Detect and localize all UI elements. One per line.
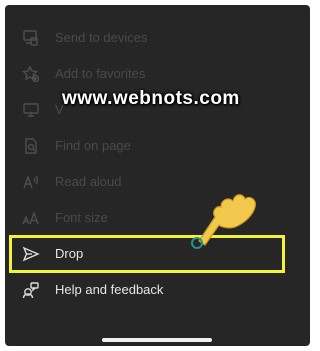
menu-item-label: Send to devices	[55, 30, 148, 45]
view-desktop-icon	[21, 100, 41, 120]
font-size-icon	[21, 208, 41, 228]
help-feedback-icon	[21, 280, 41, 300]
menu-panel: Send to devices Add to favorites V Find …	[5, 5, 310, 346]
home-indicator	[102, 338, 212, 342]
add-favorite-icon	[21, 64, 41, 84]
menu-item-label: Font size	[55, 210, 108, 225]
pointing-hand-icon	[191, 194, 256, 249]
menu-item-label: Read aloud	[55, 174, 122, 189]
menu-item-label: Find on page	[55, 138, 131, 153]
menu-item-help-and-feedback[interactable]: Help and feedback	[5, 272, 310, 308]
menu-item-find-on-page[interactable]: Find on page	[5, 128, 310, 164]
menu-item-label: Add to favorites	[55, 66, 146, 81]
menu-item-send-to-devices[interactable]: Send to devices	[5, 20, 310, 56]
menu-item-add-to-favorites[interactable]: Add to favorites	[5, 56, 310, 92]
menu-item-label: Help and feedback	[55, 282, 164, 297]
read-aloud-icon	[21, 172, 41, 192]
find-on-page-icon	[21, 136, 41, 156]
send-to-devices-icon	[21, 28, 41, 48]
watermark-text: www.webnots.com	[62, 88, 240, 109]
